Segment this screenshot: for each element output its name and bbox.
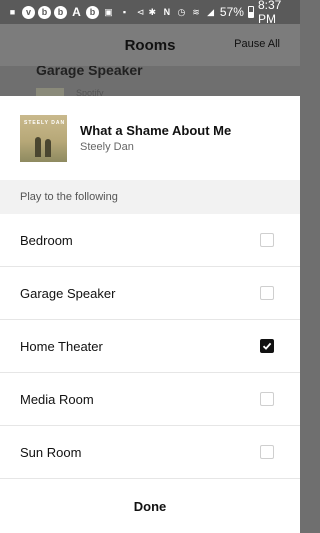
bag-icon: ▣ — [104, 6, 113, 17]
track-info: What a Shame About Me Steely Dan — [80, 123, 231, 153]
signal-icon: ◢ — [207, 6, 215, 17]
status-notification-icons: ■ v b b A b ▣ ▪ ⊲ — [6, 5, 147, 19]
track-artist: Steely Dan — [80, 141, 134, 153]
room-row-home-theater[interactable]: Home Theater — [0, 320, 300, 373]
album-art: STEELY DAN — [20, 114, 67, 162]
nfc-icon: N — [163, 6, 171, 17]
done-button[interactable]: Done — [0, 491, 300, 521]
album-figure-right — [45, 138, 51, 157]
app-header: Rooms Pause All — [0, 24, 300, 66]
b-icon: b — [38, 5, 51, 19]
cast-icon: ⊲ — [136, 6, 145, 17]
pause-all-button[interactable]: Pause All — [234, 38, 280, 50]
room-list: Bedroom Garage Speaker Home Theater Medi… — [0, 214, 300, 479]
a-icon: A — [72, 5, 81, 19]
status-bar: ■ v b b A b ▣ ▪ ⊲ ✱ N ◷ ≋ ◢ 57% 8:37 PM — [0, 0, 300, 26]
bluetooth-icon: ✱ — [148, 6, 157, 17]
page-title: Rooms — [124, 36, 176, 54]
room-checkbox[interactable] — [260, 233, 274, 247]
room-checkbox[interactable] — [260, 392, 274, 406]
v-icon: v — [22, 5, 35, 19]
room-name: Home Theater — [20, 338, 103, 354]
section-header: Play to the following — [0, 180, 300, 214]
background-room-subtitle: Spotify — [76, 88, 104, 96]
room-name: Bedroom — [20, 232, 73, 248]
lock-icon: ▪ — [122, 6, 127, 17]
room-row-sun-room[interactable]: Sun Room — [0, 426, 300, 479]
status-system-icons: ✱ N ◷ ≋ ◢ 57% 8:37 PM — [147, 0, 294, 26]
album-band-text: STEELY DAN — [24, 119, 66, 126]
wifi-icon: ≋ — [192, 6, 200, 17]
alarm-icon: ◷ — [177, 6, 186, 17]
background-album-thumb — [36, 88, 64, 96]
clock-time: 8:37 PM — [257, 0, 282, 26]
room-selection-sheet: STEELY DAN What a Shame About Me Steely … — [0, 96, 300, 533]
room-name: Sun Room — [20, 444, 82, 460]
b-icon: b — [54, 5, 67, 19]
track-title: What a Shame About Me — [80, 123, 232, 138]
room-name: Media Room — [20, 391, 94, 407]
background-room-title: Garage Speaker — [36, 66, 143, 78]
room-checkbox[interactable] — [260, 445, 274, 459]
room-checkbox[interactable] — [260, 339, 274, 353]
b-icon: b — [86, 5, 99, 19]
album-figure-left — [35, 136, 41, 157]
battery-percent: 57% — [219, 5, 244, 19]
battery-icon — [247, 6, 254, 18]
room-checkbox[interactable] — [260, 286, 274, 300]
now-playing-card: STEELY DAN What a Shame About Me Steely … — [0, 96, 300, 180]
room-row-media-room[interactable]: Media Room — [0, 373, 300, 426]
room-row-bedroom[interactable]: Bedroom — [0, 214, 300, 267]
camera-icon: ■ — [9, 6, 16, 17]
background-room-list: Garage Speaker Spotify — [0, 66, 300, 96]
room-name: Garage Speaker — [20, 285, 116, 301]
room-row-garage-speaker[interactable]: Garage Speaker — [0, 267, 300, 320]
